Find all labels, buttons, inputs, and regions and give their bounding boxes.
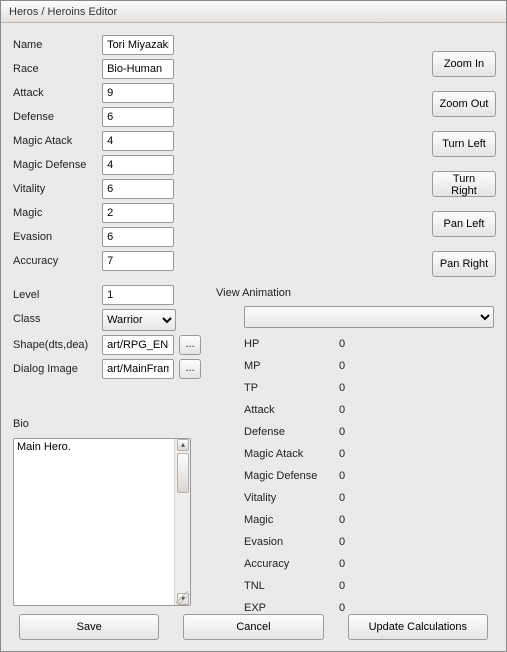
magic-input[interactable] bbox=[102, 203, 174, 223]
stat-value: 0 bbox=[339, 399, 379, 421]
vitality-input[interactable] bbox=[102, 179, 174, 199]
zoom-out-button[interactable]: Zoom Out bbox=[432, 91, 496, 117]
editor-window: Heros / Heroins Editor Name Race Attack … bbox=[0, 0, 507, 652]
bio-label: Bio bbox=[13, 418, 29, 430]
magic-defense-input[interactable] bbox=[102, 155, 174, 175]
magic-label: Magic bbox=[13, 203, 99, 219]
stat-value: 0 bbox=[339, 465, 379, 487]
stat-row: TNL0 bbox=[244, 575, 444, 597]
name-input[interactable] bbox=[102, 35, 174, 55]
bio-textarea[interactable] bbox=[14, 439, 174, 603]
stat-row: Magic Defense0 bbox=[244, 465, 444, 487]
stat-label: Attack bbox=[244, 399, 339, 421]
stat-row: MP0 bbox=[244, 355, 444, 377]
stat-label: TP bbox=[244, 377, 339, 399]
turn-right-button[interactable]: Turn Right bbox=[432, 171, 496, 197]
save-button[interactable]: Save bbox=[19, 614, 159, 640]
accuracy-input[interactable] bbox=[102, 251, 174, 271]
computed-stats: HP0 MP0 TP0 Attack0 Defense0 Magic Atack… bbox=[244, 333, 444, 619]
race-label: Race bbox=[13, 59, 99, 75]
resize-grip-icon[interactable] bbox=[176, 591, 190, 605]
defense-input[interactable] bbox=[102, 107, 174, 127]
footer-buttons: Save Cancel Update Calculations bbox=[1, 605, 506, 651]
stat-row: Magic Atack0 bbox=[244, 443, 444, 465]
stat-value: 0 bbox=[339, 333, 379, 355]
evasion-input[interactable] bbox=[102, 227, 174, 247]
accuracy-label: Accuracy bbox=[13, 251, 99, 267]
shape-label: Shape(dts,dea) bbox=[13, 335, 99, 351]
stat-label: HP bbox=[244, 333, 339, 355]
stat-row: Evasion0 bbox=[244, 531, 444, 553]
stat-row: Defense0 bbox=[244, 421, 444, 443]
stat-label: Magic Atack bbox=[244, 443, 339, 465]
stat-label: Accuracy bbox=[244, 553, 339, 575]
stat-label: MP bbox=[244, 355, 339, 377]
turn-left-button[interactable]: Turn Left bbox=[432, 131, 496, 157]
stat-row: Accuracy0 bbox=[244, 553, 444, 575]
stat-value: 0 bbox=[339, 553, 379, 575]
stat-row: Attack0 bbox=[244, 399, 444, 421]
class-label: Class bbox=[13, 309, 99, 325]
stat-value: 0 bbox=[339, 531, 379, 553]
bio-scrollbar[interactable]: ▴ ▾ bbox=[174, 439, 190, 605]
attack-input[interactable] bbox=[102, 83, 174, 103]
magic-defense-label: Magic Defense bbox=[13, 155, 99, 171]
class-select[interactable]: Warrior bbox=[102, 309, 176, 331]
vitality-label: Vitality bbox=[13, 179, 99, 195]
camera-buttons: Zoom In Zoom Out Turn Left Turn Right Pa… bbox=[432, 51, 496, 291]
scroll-up-icon[interactable]: ▴ bbox=[177, 439, 189, 451]
scroll-thumb[interactable] bbox=[177, 453, 189, 493]
stat-row: HP0 bbox=[244, 333, 444, 355]
dialog-image-browse-button[interactable]: ... bbox=[179, 359, 201, 379]
stat-label: Magic Defense bbox=[244, 465, 339, 487]
stat-row: Magic0 bbox=[244, 509, 444, 531]
magic-attack-input[interactable] bbox=[102, 131, 174, 151]
view-animation-select[interactable] bbox=[244, 306, 494, 328]
pan-right-button[interactable]: Pan Right bbox=[432, 251, 496, 277]
stat-label: TNL bbox=[244, 575, 339, 597]
stat-value: 0 bbox=[339, 377, 379, 399]
stat-label: Evasion bbox=[244, 531, 339, 553]
magic-attack-label: Magic Atack bbox=[13, 131, 99, 147]
name-label: Name bbox=[13, 35, 99, 51]
stat-row: TP0 bbox=[244, 377, 444, 399]
stat-row: Vitality0 bbox=[244, 487, 444, 509]
window-title: Heros / Heroins Editor bbox=[1, 1, 506, 23]
level-input[interactable] bbox=[102, 285, 174, 305]
shape-browse-button[interactable]: ... bbox=[179, 335, 201, 355]
stat-value: 0 bbox=[339, 355, 379, 377]
level-label: Level bbox=[13, 285, 99, 301]
update-calculations-button[interactable]: Update Calculations bbox=[348, 614, 488, 640]
stat-label: Defense bbox=[244, 421, 339, 443]
stat-value: 0 bbox=[339, 575, 379, 597]
view-animation-label: View Animation bbox=[216, 287, 291, 299]
dialog-image-label: Dialog Image bbox=[13, 359, 99, 375]
dialog-image-input[interactable] bbox=[102, 359, 174, 379]
shape-input[interactable] bbox=[102, 335, 174, 355]
stat-label: Vitality bbox=[244, 487, 339, 509]
stat-label: Magic bbox=[244, 509, 339, 531]
stat-value: 0 bbox=[339, 509, 379, 531]
race-input[interactable] bbox=[102, 59, 174, 79]
bio-field-wrapper: ▴ ▾ bbox=[13, 438, 191, 606]
attack-label: Attack bbox=[13, 83, 99, 99]
evasion-label: Evasion bbox=[13, 227, 99, 243]
pan-left-button[interactable]: Pan Left bbox=[432, 211, 496, 237]
defense-label: Defense bbox=[13, 107, 99, 123]
stat-value: 0 bbox=[339, 443, 379, 465]
stat-value: 0 bbox=[339, 487, 379, 509]
cancel-button[interactable]: Cancel bbox=[183, 614, 323, 640]
stat-value: 0 bbox=[339, 421, 379, 443]
zoom-in-button[interactable]: Zoom In bbox=[432, 51, 496, 77]
content-area: Name Race Attack Defense Magic Atack Mag… bbox=[1, 23, 506, 630]
